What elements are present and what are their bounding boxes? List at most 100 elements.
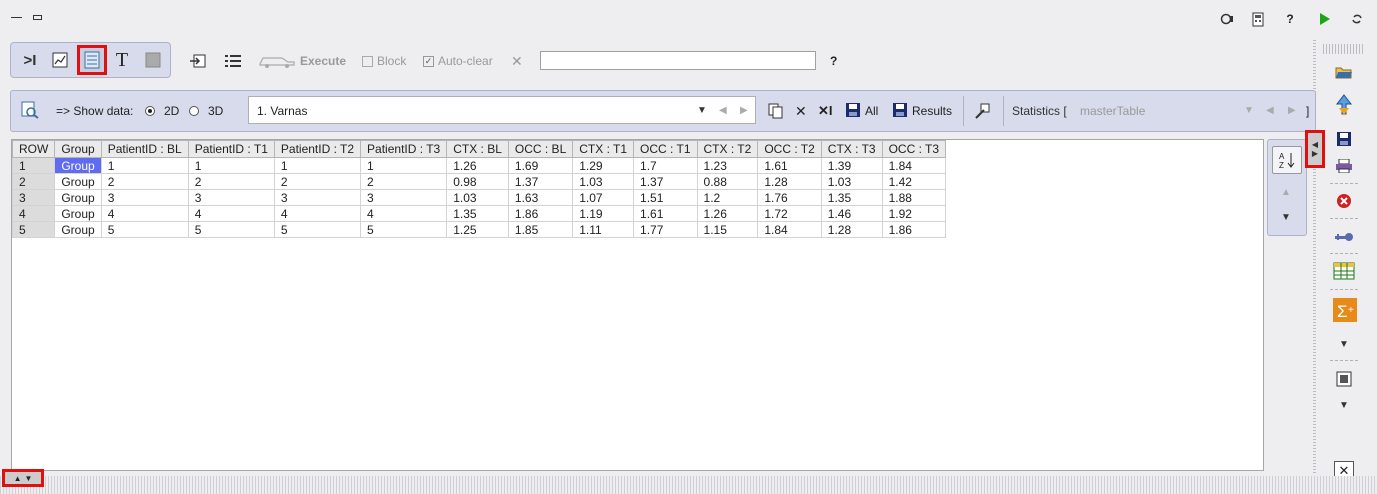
collapse-handle[interactable]: ◀ ▶ xyxy=(1305,130,1325,168)
table-cell[interactable]: 1.26 xyxy=(696,205,759,222)
table-cell[interactable]: 1.11 xyxy=(572,221,635,238)
close-red-icon[interactable] xyxy=(1332,190,1356,212)
text-mode-button[interactable]: T xyxy=(110,48,134,72)
column-header[interactable]: OCC : T1 xyxy=(633,140,698,158)
key-icon[interactable] xyxy=(1332,226,1356,248)
table-cell[interactable]: 1.37 xyxy=(507,173,574,190)
clear-icon[interactable]: ✕ xyxy=(511,52,523,70)
import-icon[interactable] xyxy=(190,52,206,70)
table-mode-button[interactable] xyxy=(77,45,107,75)
table-cell[interactable]: 1.51 xyxy=(633,189,698,206)
table-cell[interactable]: 1.03 xyxy=(572,173,635,190)
table-cell[interactable]: Group xyxy=(54,189,102,206)
spreadsheet-icon[interactable] xyxy=(1332,260,1356,282)
table-cell[interactable]: 3 xyxy=(273,189,362,206)
table-cell[interactable]: 1.61 xyxy=(633,205,698,222)
row-number[interactable]: 1 xyxy=(12,157,56,174)
table-cell[interactable]: 5 xyxy=(360,221,448,238)
table-cell[interactable]: 3 xyxy=(360,189,448,206)
row-number[interactable]: 2 xyxy=(12,173,56,190)
save-results-icon[interactable] xyxy=(893,103,907,120)
table-cell[interactable]: 1.77 xyxy=(633,221,698,238)
delete-icon[interactable]: ✕ xyxy=(795,103,807,120)
statistics-next-icon[interactable]: ▶ xyxy=(1288,105,1296,116)
table-cell[interactable]: 1.35 xyxy=(820,189,883,206)
table-cell[interactable]: 1.28 xyxy=(820,221,883,238)
film-icon[interactable] xyxy=(1332,368,1356,390)
table-cell[interactable]: 1.28 xyxy=(757,173,822,190)
statistics-prev-icon[interactable]: ◀ xyxy=(1266,105,1274,116)
save-all-label[interactable]: All xyxy=(865,104,878,118)
table-cell[interactable]: 1.86 xyxy=(507,205,574,222)
column-header[interactable]: CTX : T2 xyxy=(696,140,759,158)
column-header[interactable]: Group xyxy=(54,140,102,158)
table-cell[interactable]: 1.76 xyxy=(757,189,822,206)
bottom-collapse-handle[interactable]: ▲ ▼ xyxy=(2,469,44,487)
row-number[interactable]: 5 xyxy=(12,221,56,238)
table-cell[interactable]: 1.39 xyxy=(820,157,883,174)
table-cell[interactable]: 2 xyxy=(360,173,448,190)
more-down-icon[interactable]: ▼ xyxy=(1332,333,1356,355)
column-header[interactable]: PatientID : T3 xyxy=(360,140,448,158)
table-cell[interactable]: 2 xyxy=(273,173,362,190)
block-checkbox-box[interactable] xyxy=(362,55,373,67)
table-cell[interactable]: 1.25 xyxy=(446,221,509,238)
delete-all-icon[interactable]: ✕I xyxy=(818,103,833,119)
table-cell[interactable]: 1 xyxy=(187,157,275,174)
minimize-icon[interactable] xyxy=(11,17,22,18)
magnify-icon[interactable] xyxy=(21,101,39,122)
row-number[interactable]: 3 xyxy=(12,189,56,206)
radio-3d[interactable] xyxy=(189,105,199,119)
table-cell[interactable]: 1.72 xyxy=(757,205,822,222)
table-cell[interactable]: 1.84 xyxy=(881,157,947,174)
column-header[interactable]: ROW xyxy=(12,140,56,158)
run-icon[interactable] xyxy=(1317,11,1333,27)
table-cell[interactable]: 1.03 xyxy=(446,189,509,206)
statistics-dropdown-icon[interactable]: ▼ xyxy=(1244,105,1254,116)
table-cell[interactable]: 1.2 xyxy=(696,189,759,206)
table-cell[interactable]: 4 xyxy=(360,205,448,222)
calculator-icon[interactable] xyxy=(1250,11,1266,27)
table-cell[interactable]: 0.98 xyxy=(446,173,509,190)
table-row[interactable]: 5 Group 5 5 5 5 1.25 1.85 1.11 1.77 1.15 1.84 1.28 1.… xyxy=(12,221,947,238)
capture-icon[interactable] xyxy=(1219,11,1235,27)
table-cell[interactable]: 1.26 xyxy=(446,157,509,174)
table-cell[interactable]: 1 xyxy=(100,157,189,174)
table-cell[interactable]: 1.88 xyxy=(881,189,947,206)
table-cell[interactable]: 1.7 xyxy=(633,157,698,174)
table-row[interactable]: 4 Group 4 4 4 4 1.35 1.86 1.19 1.61 1.26 1.72 1.46 1.… xyxy=(12,205,947,222)
column-header[interactable]: OCC : T2 xyxy=(757,140,822,158)
column-header[interactable]: PatientID : T1 xyxy=(187,140,275,158)
more-down-icon-2[interactable]: ▼ xyxy=(1332,394,1356,416)
table-cell[interactable]: 1.69 xyxy=(507,157,574,174)
print-icon[interactable] xyxy=(1332,155,1356,177)
table-cell[interactable]: 1.37 xyxy=(633,173,698,190)
table-cell[interactable]: 5 xyxy=(100,221,189,238)
statistics-value[interactable]: masterTable xyxy=(1080,104,1145,118)
image-mode-button[interactable] xyxy=(141,48,165,72)
save-results-label[interactable]: Results xyxy=(912,104,952,118)
refresh-icon[interactable] xyxy=(1349,11,1365,27)
open-folder-icon[interactable] xyxy=(1332,61,1356,83)
move-up-icon[interactable]: ▲ xyxy=(1281,187,1291,198)
table-cell[interactable]: 4 xyxy=(100,205,189,222)
table-cell[interactable]: 1 xyxy=(360,157,448,174)
column-header[interactable]: CTX : T3 xyxy=(820,140,883,158)
list-icon[interactable] xyxy=(225,52,241,70)
row-number[interactable]: 4 xyxy=(12,205,56,222)
table-cell[interactable]: 3 xyxy=(100,189,189,206)
table-cell[interactable]: 2 xyxy=(100,173,189,190)
table-cell[interactable]: Group xyxy=(54,157,102,174)
table-cell[interactable]: 4 xyxy=(273,205,362,222)
table-cell[interactable]: 2 xyxy=(187,173,275,190)
table-cell[interactable]: 1.19 xyxy=(572,205,635,222)
sum-icon[interactable]: Σ + xyxy=(1332,297,1358,323)
table-row[interactable]: 1 Group 1 1 1 1 1.26 1.69 1.29 1.7 1.23 1.61 1.39 1.8… xyxy=(12,157,947,174)
load-icon[interactable] xyxy=(1332,94,1356,116)
table-cell[interactable]: 1.23 xyxy=(696,157,759,174)
table-cell[interactable]: 1.86 xyxy=(881,221,947,238)
table-cell[interactable]: 1.03 xyxy=(820,173,883,190)
table-cell[interactable]: 1.35 xyxy=(446,205,509,222)
copy-icon[interactable] xyxy=(768,103,784,122)
table-cell[interactable]: Group xyxy=(54,205,102,222)
